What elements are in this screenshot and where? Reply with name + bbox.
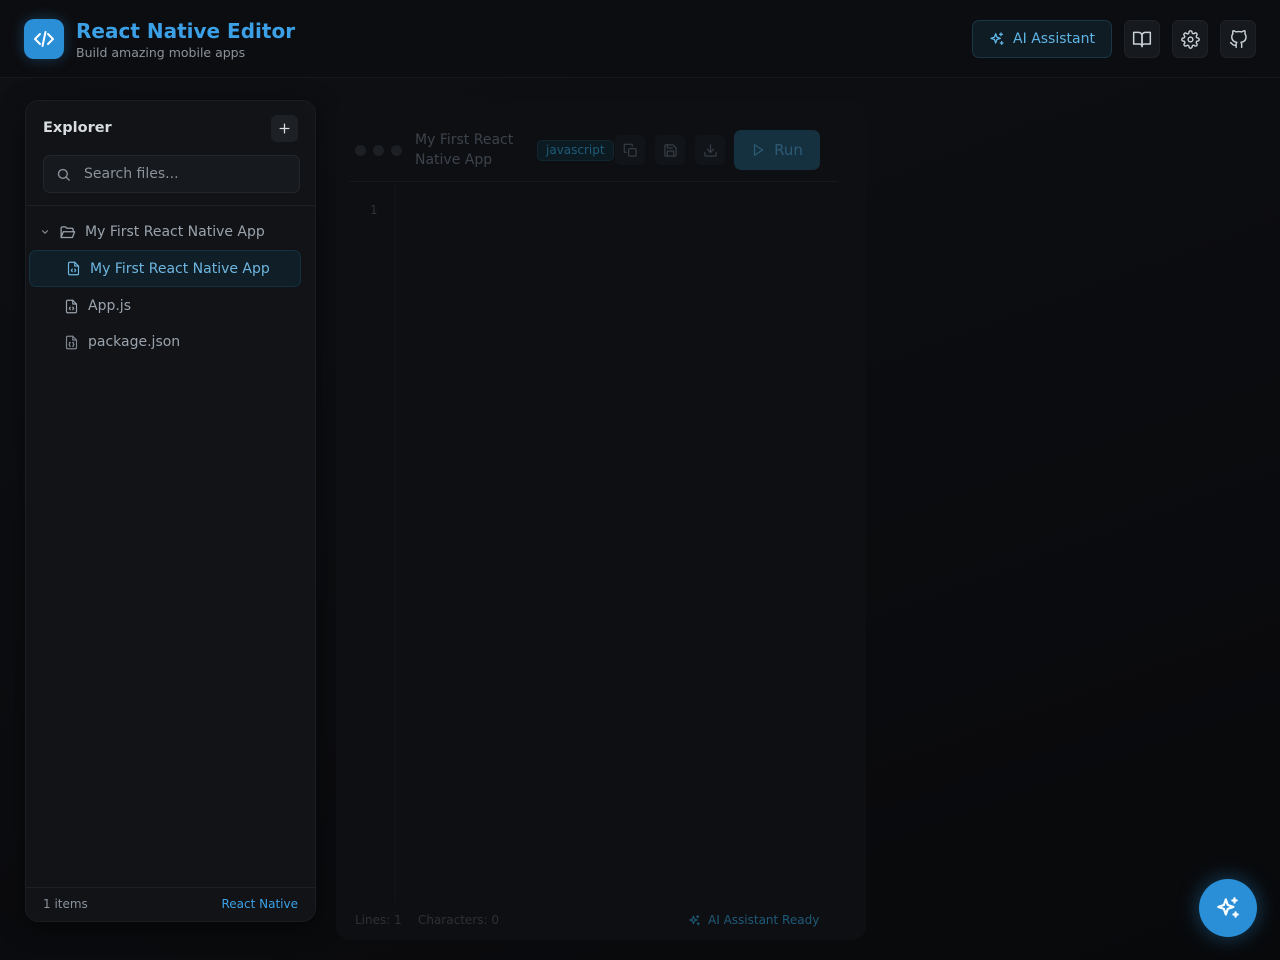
- file-name: package.json: [88, 334, 181, 350]
- run-button[interactable]: Run: [734, 130, 820, 170]
- search-icon: [56, 167, 71, 182]
- code-icon: [24, 19, 64, 59]
- file-name: App.js: [88, 298, 131, 314]
- line-gutter: [350, 183, 396, 903]
- file-name: My First React Native App: [90, 260, 270, 277]
- file-code-icon: [66, 261, 81, 276]
- items-count: 1 items: [43, 897, 88, 911]
- ai-assistant-label: AI Assistant: [1013, 31, 1095, 47]
- sparkles-icon: [989, 31, 1005, 47]
- file-code-icon: [64, 299, 79, 314]
- framework-label: React Native: [221, 897, 298, 911]
- gear-icon: [1180, 29, 1200, 49]
- divider: [26, 887, 315, 888]
- chevron-down-icon[interactable]: [40, 227, 50, 237]
- divider: [26, 205, 315, 206]
- file-item[interactable]: package.json: [64, 331, 180, 353]
- file-search-input[interactable]: [84, 156, 294, 192]
- file-explorer-panel: Explorer My First React Native App: [25, 100, 316, 922]
- characters-count: Characters: 0: [418, 913, 499, 927]
- folder-open-icon: [59, 224, 76, 241]
- folder-item[interactable]: My First React Native App: [40, 221, 265, 243]
- file-json-icon: [64, 335, 79, 350]
- run-label: Run: [774, 141, 803, 159]
- code-editor-panel: [336, 100, 866, 940]
- download-icon: [703, 143, 718, 158]
- sparkles-icon: [688, 914, 701, 927]
- window-dot: [355, 145, 366, 156]
- settings-button[interactable]: [1172, 20, 1208, 58]
- explorer-title: Explorer: [43, 120, 112, 136]
- app-title: React Native Editor: [76, 19, 296, 43]
- app-header: React Native Editor Build amazing mobile…: [0, 0, 1280, 78]
- file-search-box: [43, 155, 300, 193]
- book-icon: [1132, 29, 1152, 49]
- copy-icon: [623, 143, 638, 158]
- file-item[interactable]: App.js: [64, 295, 131, 317]
- file-item-active[interactable]: My First React Native App: [29, 250, 301, 287]
- new-file-button[interactable]: [271, 115, 298, 142]
- window-dot: [373, 145, 384, 156]
- plus-icon: [278, 122, 291, 135]
- sparkles-icon: [1215, 895, 1241, 921]
- folder-name: My First React Native App: [85, 224, 265, 240]
- ai-assistant-button[interactable]: AI Assistant: [972, 20, 1112, 58]
- language-badge: javascript: [537, 140, 614, 161]
- lines-count: Lines: 1: [355, 913, 402, 927]
- app-subtitle: Build amazing mobile apps: [76, 45, 246, 60]
- window-dot: [391, 145, 402, 156]
- save-icon: [663, 143, 678, 158]
- play-icon: [751, 143, 765, 157]
- download-button[interactable]: [695, 135, 725, 165]
- save-button[interactable]: [655, 135, 685, 165]
- line-number: 1: [370, 203, 378, 217]
- ai-status: AI Assistant Ready: [688, 913, 819, 927]
- copy-button[interactable]: [615, 135, 645, 165]
- docs-button[interactable]: [1124, 20, 1160, 58]
- ai-assistant-fab[interactable]: [1199, 879, 1257, 937]
- editor-file-name: My First React Native App: [415, 132, 514, 168]
- ai-status-label: AI Assistant Ready: [708, 913, 820, 927]
- github-button[interactable]: [1220, 20, 1256, 58]
- github-icon: [1229, 29, 1248, 49]
